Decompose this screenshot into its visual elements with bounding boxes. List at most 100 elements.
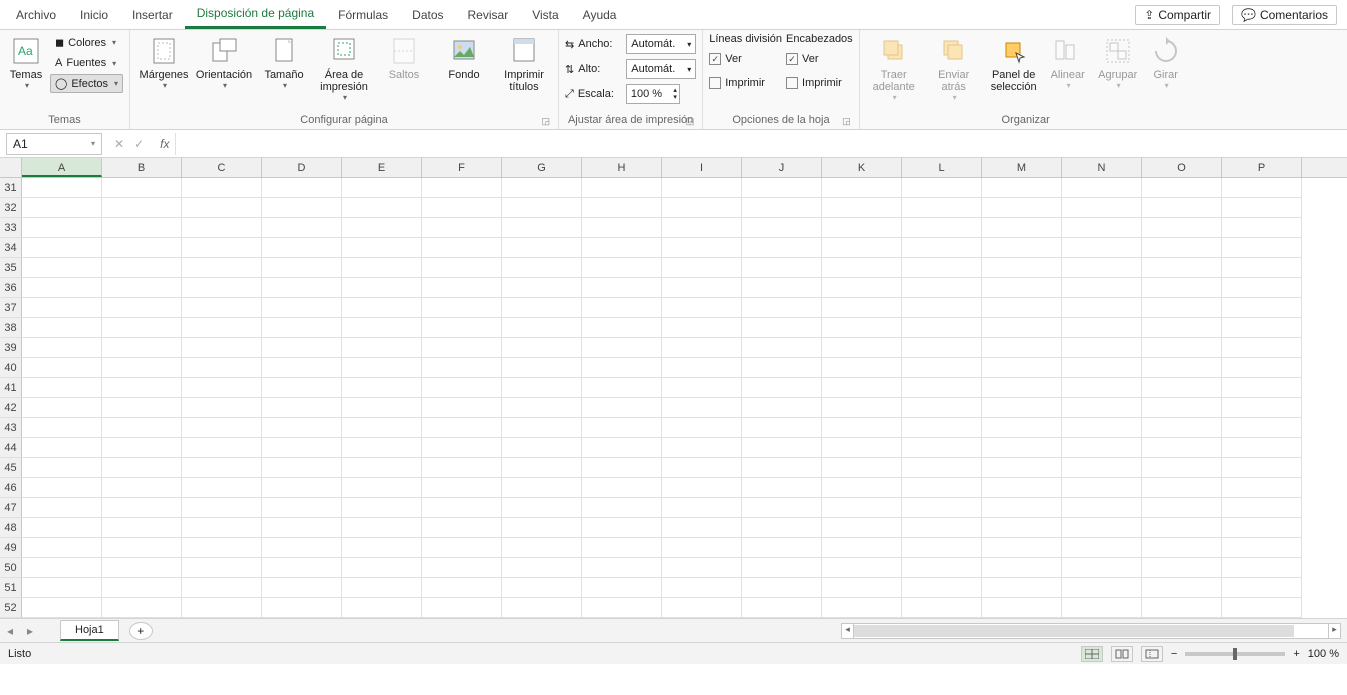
cell[interactable] (182, 338, 262, 358)
cell[interactable] (1222, 398, 1302, 418)
cell[interactable] (22, 398, 102, 418)
print-titles-button[interactable]: Imprimir títulos (496, 33, 552, 95)
gridlines-print-checkbox[interactable]: Imprimir (709, 73, 782, 93)
cell[interactable] (582, 358, 662, 378)
cell[interactable] (662, 298, 742, 318)
column-header[interactable]: B (102, 158, 182, 177)
scroll-thumb[interactable] (854, 625, 1294, 637)
select-all-corner[interactable] (0, 158, 22, 177)
cell[interactable] (182, 598, 262, 618)
page-layout-view-button[interactable] (1111, 646, 1133, 662)
cell[interactable] (422, 558, 502, 578)
horizontal-scrollbar[interactable]: ◂ ▸ (841, 623, 1341, 639)
cell[interactable] (502, 578, 582, 598)
cell[interactable] (22, 558, 102, 578)
cell[interactable] (102, 178, 182, 198)
cell[interactable] (22, 378, 102, 398)
cell[interactable] (422, 598, 502, 618)
cell[interactable] (182, 538, 262, 558)
cell[interactable] (422, 398, 502, 418)
cell[interactable] (182, 298, 262, 318)
cell[interactable] (262, 578, 342, 598)
add-sheet-button[interactable]: + (129, 622, 153, 640)
cell[interactable] (422, 358, 502, 378)
cell[interactable] (1062, 598, 1142, 618)
column-header[interactable]: D (262, 158, 342, 177)
cell[interactable] (342, 398, 422, 418)
row-header[interactable]: 43 (0, 418, 22, 438)
cell[interactable] (582, 498, 662, 518)
cell[interactable] (22, 538, 102, 558)
cell[interactable] (822, 378, 902, 398)
cell[interactable] (662, 418, 742, 438)
cell[interactable] (662, 318, 742, 338)
cell[interactable] (1222, 598, 1302, 618)
cell[interactable] (262, 558, 342, 578)
cell[interactable] (742, 478, 822, 498)
row-header[interactable]: 37 (0, 298, 22, 318)
cell[interactable] (342, 558, 422, 578)
cell[interactable] (102, 538, 182, 558)
cell[interactable] (1142, 238, 1222, 258)
cell[interactable] (262, 598, 342, 618)
cell[interactable] (182, 218, 262, 238)
cell[interactable] (902, 318, 982, 338)
tab-file[interactable]: Archivo (4, 2, 68, 28)
cell[interactable] (342, 198, 422, 218)
cell[interactable] (102, 458, 182, 478)
cell[interactable] (582, 418, 662, 438)
sheet-nav-prev[interactable]: ◂ (0, 624, 20, 638)
cell[interactable] (662, 378, 742, 398)
column-header[interactable]: H (582, 158, 662, 177)
cell[interactable] (742, 318, 822, 338)
cell[interactable] (902, 338, 982, 358)
cell[interactable] (742, 458, 822, 478)
cell[interactable] (822, 558, 902, 578)
cell[interactable] (1142, 538, 1222, 558)
scroll-left-button[interactable]: ◂ (842, 624, 854, 638)
cell[interactable] (902, 258, 982, 278)
cell[interactable] (502, 238, 582, 258)
cell[interactable] (262, 238, 342, 258)
enter-formula-button[interactable]: ✓ (134, 137, 144, 151)
column-header[interactable]: J (742, 158, 822, 177)
cell[interactable] (22, 578, 102, 598)
row-header[interactable]: 35 (0, 258, 22, 278)
cell[interactable] (742, 438, 822, 458)
cell[interactable] (342, 218, 422, 238)
cell[interactable] (582, 558, 662, 578)
cell[interactable] (262, 258, 342, 278)
cell[interactable] (822, 518, 902, 538)
cell[interactable] (502, 278, 582, 298)
cell[interactable] (582, 598, 662, 618)
cell[interactable] (102, 518, 182, 538)
cell[interactable] (1062, 238, 1142, 258)
cell[interactable] (982, 238, 1062, 258)
cell[interactable] (182, 358, 262, 378)
cell[interactable] (22, 338, 102, 358)
cell[interactable] (342, 578, 422, 598)
cell[interactable] (342, 598, 422, 618)
cell[interactable] (22, 498, 102, 518)
cell[interactable] (1062, 578, 1142, 598)
align-button[interactable]: Alinear (1046, 33, 1090, 92)
tab-insert[interactable]: Insertar (120, 2, 185, 28)
cell[interactable] (902, 358, 982, 378)
cell[interactable] (822, 578, 902, 598)
sheet-options-launcher[interactable]: ◲ (842, 116, 851, 127)
margins-button[interactable]: Márgenes (136, 33, 192, 92)
cell[interactable] (982, 338, 1062, 358)
cell[interactable] (582, 318, 662, 338)
column-header[interactable]: A (22, 158, 102, 177)
cancel-formula-button[interactable]: ✕ (114, 137, 124, 151)
cell[interactable] (1222, 178, 1302, 198)
cell[interactable] (662, 478, 742, 498)
cell[interactable] (1062, 318, 1142, 338)
cell[interactable] (1142, 298, 1222, 318)
cell[interactable] (342, 258, 422, 278)
cell[interactable] (742, 298, 822, 318)
cell[interactable] (982, 458, 1062, 478)
cell[interactable] (262, 538, 342, 558)
cell[interactable] (1142, 478, 1222, 498)
row-header[interactable]: 48 (0, 518, 22, 538)
